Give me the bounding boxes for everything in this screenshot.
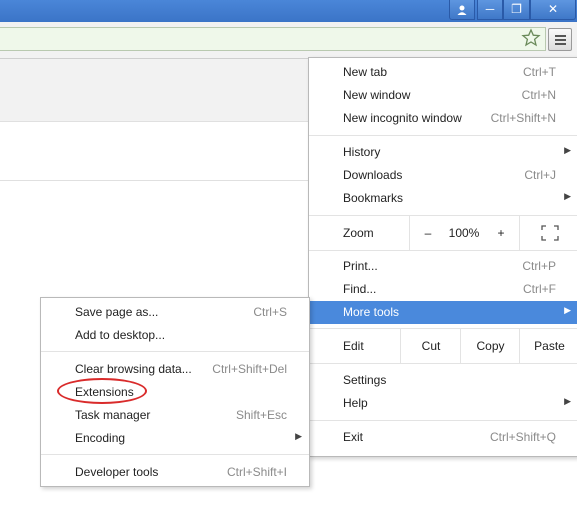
menu-item-help[interactable]: Help ▶: [309, 392, 577, 415]
menu-item-add-to-desktop[interactable]: Add to desktop...: [41, 324, 309, 347]
menu-item-task-manager[interactable]: Task manager Shift+Esc: [41, 404, 309, 427]
menu-item-history[interactable]: History ▶: [309, 141, 577, 164]
edit-row: Edit Cut Copy Paste: [309, 329, 577, 363]
menu-item-exit[interactable]: Exit Ctrl+Shift+Q: [309, 426, 577, 449]
extensions-highlight-circle: [57, 378, 147, 404]
menu-item-downloads[interactable]: Downloads Ctrl+J: [309, 164, 577, 187]
close-button[interactable]: ✕: [530, 0, 576, 20]
zoom-out-button[interactable]: –: [409, 216, 446, 250]
menu-item-print[interactable]: Print... Ctrl+P: [309, 255, 577, 278]
menu-item-more-tools[interactable]: More tools ▶: [309, 301, 577, 324]
chrome-main-menu: New tab Ctrl+T New window Ctrl+N New inc…: [308, 57, 577, 457]
user-profile-button[interactable]: [449, 0, 475, 20]
page-divider: [0, 180, 310, 181]
menu-item-save-page-as[interactable]: Save page as... Ctrl+S: [41, 301, 309, 324]
menu-item-new-window[interactable]: New window Ctrl+N: [309, 84, 577, 107]
hamburger-icon: [555, 35, 566, 37]
maximize-button[interactable]: ❐: [503, 0, 530, 20]
menu-separator: [41, 454, 309, 455]
bookmark-star-icon[interactable]: [521, 28, 541, 48]
chrome-menu-button[interactable]: [548, 28, 572, 51]
copy-button[interactable]: Copy: [460, 329, 520, 363]
menu-item-developer-tools[interactable]: Developer tools Ctrl+Shift+I: [41, 461, 309, 484]
zoom-row: Zoom – 100% +: [309, 216, 577, 250]
submenu-arrow-icon: ▶: [564, 305, 571, 315]
zoom-in-button[interactable]: +: [483, 216, 519, 250]
fullscreen-icon: [540, 225, 559, 241]
menu-item-encoding[interactable]: Encoding ▶: [41, 427, 309, 450]
menu-separator: [309, 420, 577, 421]
minimize-button[interactable]: ─: [477, 0, 503, 20]
window-titlebar: ─ ❐ ✕: [0, 0, 577, 22]
menu-separator: [41, 351, 309, 352]
user-icon: [457, 5, 467, 15]
submenu-arrow-icon: ▶: [564, 396, 571, 406]
paste-button[interactable]: Paste: [519, 329, 577, 363]
menu-separator: [309, 363, 577, 364]
menu-separator: [309, 135, 577, 136]
menu-item-find[interactable]: Find... Ctrl+F: [309, 278, 577, 301]
address-bar[interactable]: [0, 27, 546, 51]
submenu-arrow-icon: ▶: [295, 431, 302, 441]
submenu-arrow-icon: ▶: [564, 145, 571, 155]
menu-item-new-incognito-window[interactable]: New incognito window Ctrl+Shift+N: [309, 107, 577, 130]
menu-item-clear-browsing-data[interactable]: Clear browsing data... Ctrl+Shift+Del: [41, 358, 309, 381]
menu-item-bookmarks[interactable]: Bookmarks ▶: [309, 187, 577, 210]
zoom-level-value: 100%: [448, 226, 480, 240]
cut-button[interactable]: Cut: [400, 329, 461, 363]
menu-item-new-tab[interactable]: New tab Ctrl+T: [309, 61, 577, 84]
menu-item-settings[interactable]: Settings: [309, 369, 577, 392]
submenu-arrow-icon: ▶: [564, 191, 571, 201]
fullscreen-button[interactable]: [519, 216, 577, 250]
menu-separator: [309, 250, 577, 251]
browser-toolbar: [0, 22, 577, 59]
